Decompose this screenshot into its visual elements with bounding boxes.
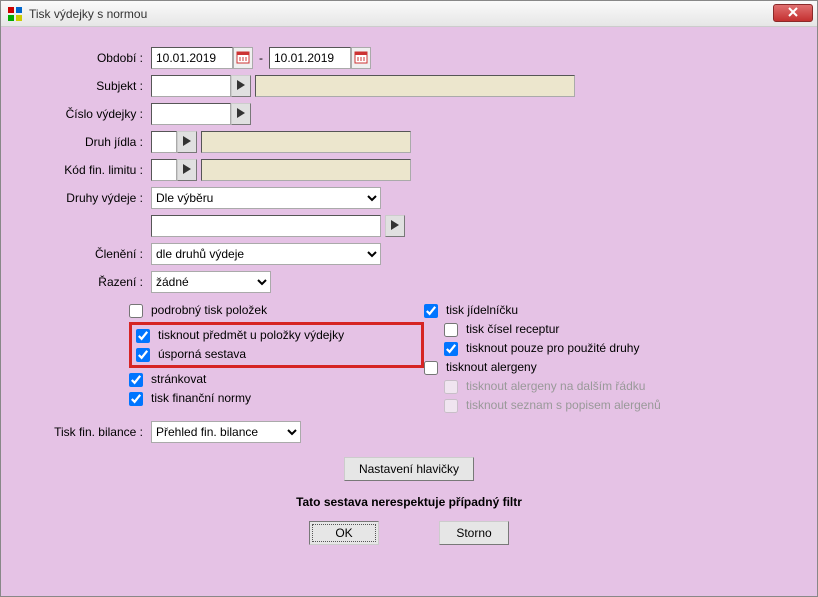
subjekt-input[interactable] — [151, 75, 231, 97]
storno-button[interactable]: Storno — [439, 521, 509, 545]
checkbox-usporna-sestava[interactable] — [136, 348, 150, 362]
play-icon — [236, 107, 246, 122]
label-usporna-sestava: úsporná sestava — [158, 345, 246, 364]
label-tisk-fin-normy: tisk finanční normy — [151, 389, 251, 408]
label-cislo-vydejky: Číslo výdejky : — [21, 107, 151, 121]
close-button[interactable] — [773, 4, 813, 22]
calendar-icon — [354, 50, 368, 67]
druhy-vydeje-select[interactable]: Dle výběru — [151, 187, 381, 209]
druh-jidla-code-input[interactable] — [151, 131, 177, 153]
cleneni-select[interactable]: dle druhů výdeje — [151, 243, 381, 265]
date-to-input[interactable] — [269, 47, 351, 69]
label-druh-jidla: Druh jídla : — [21, 135, 151, 149]
label-tisk-jidelnicku: tisk jídelníčku — [446, 301, 518, 320]
checkbox-strankovat[interactable] — [129, 373, 143, 387]
druh-jidla-display — [201, 131, 411, 153]
label-subjekt: Subjekt : — [21, 79, 151, 93]
dialog-window: Tisk výdejky s normou Období : - — [0, 0, 818, 597]
label-cleneni: Členění : — [21, 247, 151, 261]
subjekt-display — [255, 75, 575, 97]
label-druhy-vydeje: Druhy výdeje : — [21, 191, 151, 205]
label-tisk-fin-bilance: Tisk fin. bilance : — [21, 425, 151, 439]
kod-fin-code-input[interactable] — [151, 159, 177, 181]
date-separator: - — [259, 51, 263, 65]
label-strankovat: stránkovat — [151, 370, 206, 389]
checkbox-podrobny-tisk[interactable] — [129, 304, 143, 318]
play-icon — [390, 219, 400, 234]
label-tisknout-alergeny: tisknout alergeny — [446, 358, 537, 377]
druhy-vydeje-lookup-button[interactable] — [385, 215, 405, 237]
label-tisknout-predmet: tisknout předmět u položky výdejky — [158, 326, 344, 345]
cislo-vydejky-lookup-button[interactable] — [231, 103, 251, 125]
label-obdobi: Období : — [21, 51, 151, 65]
razeni-select[interactable]: žádné — [151, 271, 271, 293]
highlight-box: tisknout předmět u položky výdejky úspor… — [129, 322, 424, 368]
label-tisknout-alergeny-radek: tisknout alergeny na dalším řádku — [466, 377, 645, 396]
checkbox-tisknout-alergeny[interactable] — [424, 361, 438, 375]
nastaveni-hlavicky-button[interactable]: Nastavení hlavičky — [344, 457, 474, 481]
druhy-vydeje-text-input[interactable] — [151, 215, 381, 237]
label-podrobny-tisk: podrobný tisk položek — [151, 301, 267, 320]
ok-button[interactable]: OK — [309, 521, 379, 545]
date-from-input[interactable] — [151, 47, 233, 69]
checkbox-tisknout-pouze-druhy[interactable] — [444, 342, 458, 356]
druh-jidla-lookup-button[interactable] — [177, 131, 197, 153]
title-bar: Tisk výdejky s normou — [1, 1, 817, 27]
checkbox-tisknout-predmet[interactable] — [136, 329, 150, 343]
tisk-fin-bilance-select[interactable]: Přehled fin. bilance — [151, 421, 301, 443]
play-icon — [182, 163, 192, 178]
calendar-from-button[interactable] — [233, 47, 253, 69]
label-razeni: Řazení : — [21, 275, 151, 289]
play-icon — [182, 135, 192, 150]
calendar-to-button[interactable] — [351, 47, 371, 69]
label-kod-fin-limitu: Kód fin. limitu : — [21, 163, 151, 177]
checkbox-tisk-fin-normy[interactable] — [129, 392, 143, 406]
cislo-vydejky-input[interactable] — [151, 103, 231, 125]
window-title: Tisk výdejky s normou — [29, 7, 147, 21]
kod-fin-display — [201, 159, 411, 181]
footer-note: Tato sestava nerespektuje případný filtr — [21, 495, 797, 509]
play-icon — [236, 79, 246, 94]
form-area: Období : - Subjekt : — [1, 27, 817, 555]
close-icon — [788, 7, 798, 20]
kod-fin-lookup-button[interactable] — [177, 159, 197, 181]
calendar-icon — [236, 50, 250, 67]
checkbox-tisknout-seznam-alergenu — [444, 399, 458, 413]
checkbox-tisk-jidelnicku[interactable] — [424, 304, 438, 318]
subjekt-lookup-button[interactable] — [231, 75, 251, 97]
app-icon — [7, 6, 23, 22]
checkbox-tisknout-alergeny-radek — [444, 380, 458, 394]
label-tisknout-pouze-druhy: tisknout pouze pro použité druhy — [466, 339, 639, 358]
label-tisk-cisel-receptur: tisk čísel receptur — [466, 320, 559, 339]
checkbox-tisk-cisel-receptur[interactable] — [444, 323, 458, 337]
label-tisknout-seznam-alergenu: tisknout seznam s popisem alergenů — [466, 396, 661, 415]
